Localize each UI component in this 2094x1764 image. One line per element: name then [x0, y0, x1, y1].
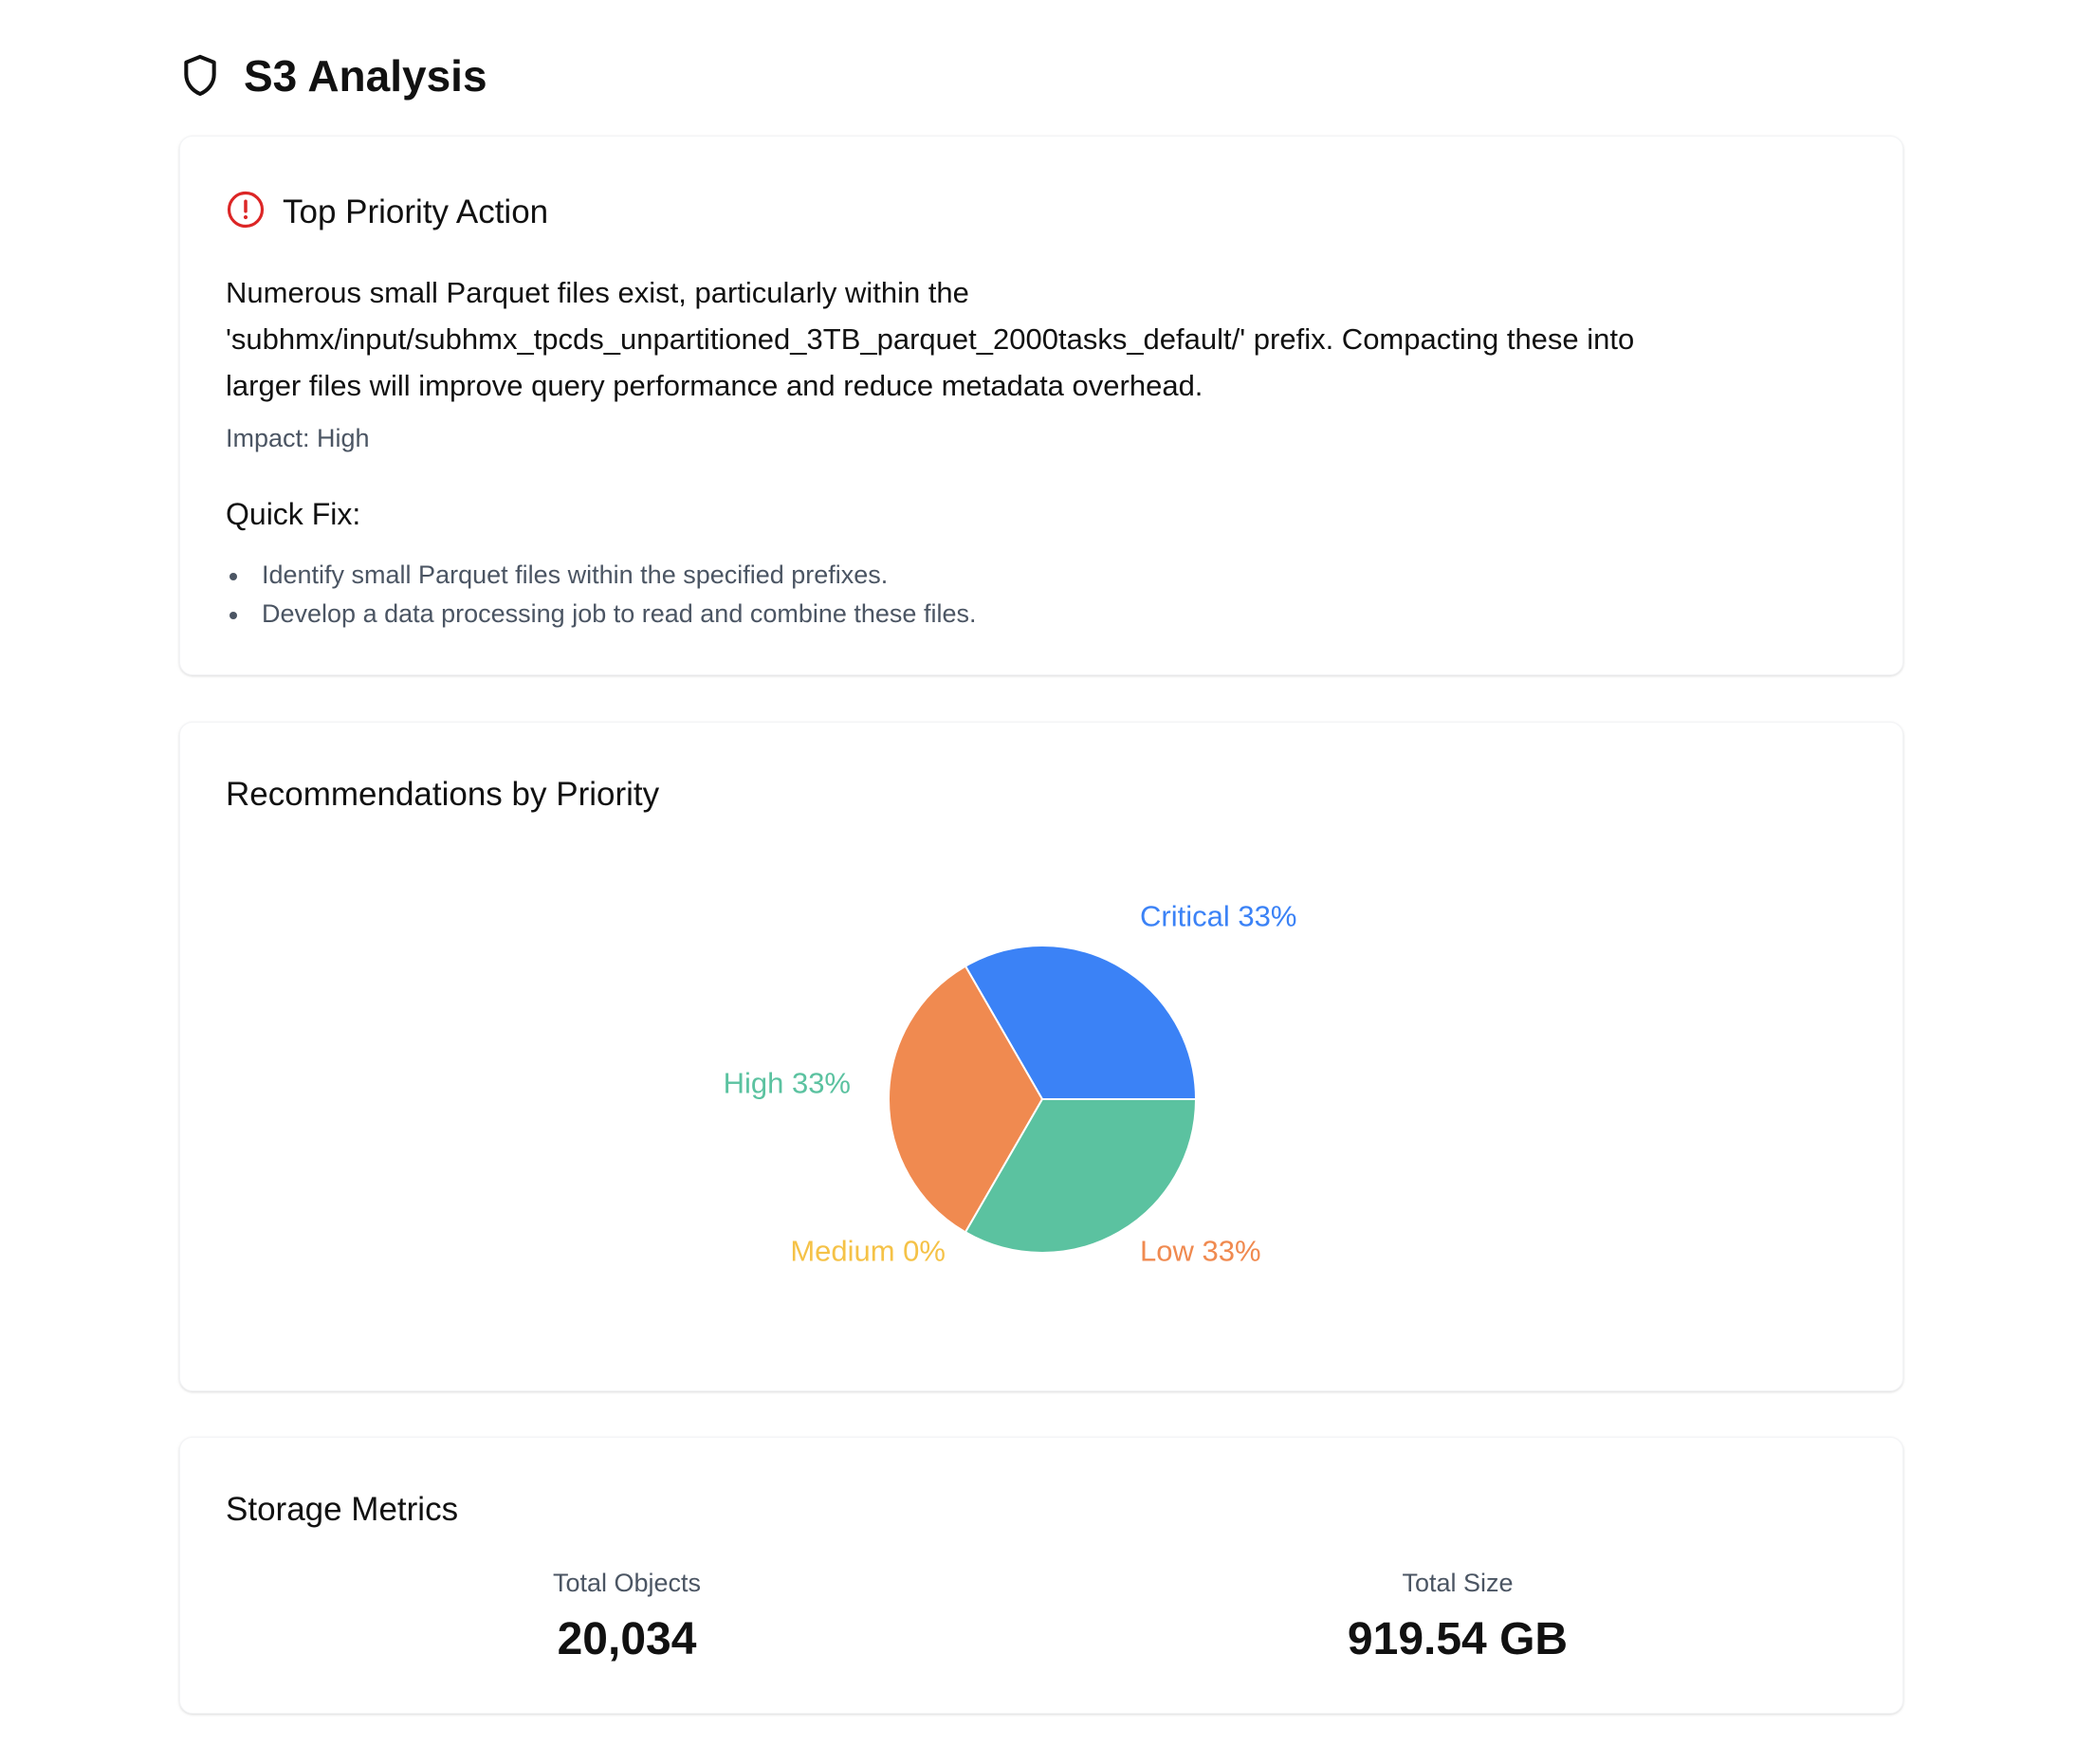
- quick-fix-list: Identify small Parquet files within the …: [226, 556, 976, 634]
- alert-circle-icon: [226, 190, 266, 234]
- page-title-text: S3 Analysis: [244, 51, 487, 101]
- top-priority-card: Top Priority Action Numerous small Parqu…: [179, 136, 1903, 675]
- priority-description: Numerous small Parquet files exist, part…: [226, 269, 1876, 409]
- description-line: 'subhmx/input/subhmx_tpcds_unpartitioned…: [226, 322, 1635, 356]
- description-line: Numerous small Parquet files exist, part…: [226, 276, 969, 309]
- total-objects-label: Total Objects: [552, 1569, 702, 1597]
- total-objects-value: 20,034: [557, 1614, 697, 1664]
- quick-fix-title: Quick Fix:: [226, 497, 361, 531]
- pie-label-high: High 33%: [724, 1067, 851, 1100]
- shield-icon: [179, 53, 221, 99]
- recommendations-card: Recommendations by Priority Critical 33%…: [179, 722, 1903, 1391]
- pie-label-low: Low 33%: [1140, 1235, 1261, 1268]
- storage-metrics-title: Storage Metrics: [226, 1491, 459, 1528]
- total-size-value: 919.54 GB: [1347, 1614, 1569, 1664]
- storage-metrics-card: Storage Metrics Total Objects 20,034 Tot…: [179, 1437, 1903, 1714]
- quick-fix-item: Develop a data processing job to read an…: [226, 595, 976, 634]
- pie-label-medium: Medium 0%: [790, 1235, 946, 1268]
- total-objects-metric: Total Objects 20,034: [390, 1571, 864, 1663]
- priority-pie-chart: Critical 33% Low 33% Medium 0% High 33%: [724, 900, 1297, 1268]
- quick-fix-item: Identify small Parquet files within the …: [226, 556, 976, 595]
- description-line: larger files will improve query performa…: [226, 369, 1203, 402]
- top-priority-heading: Top Priority Action: [226, 190, 548, 234]
- top-priority-title: Top Priority Action: [283, 193, 549, 230]
- impact-label: Impact: High: [226, 424, 370, 452]
- total-size-label: Total Size: [1402, 1569, 1514, 1597]
- total-size-metric: Total Size 919.54 GB: [1221, 1571, 1695, 1663]
- pie-label-critical: Critical 33%: [1140, 900, 1296, 933]
- page-title: S3 Analysis: [179, 47, 487, 104]
